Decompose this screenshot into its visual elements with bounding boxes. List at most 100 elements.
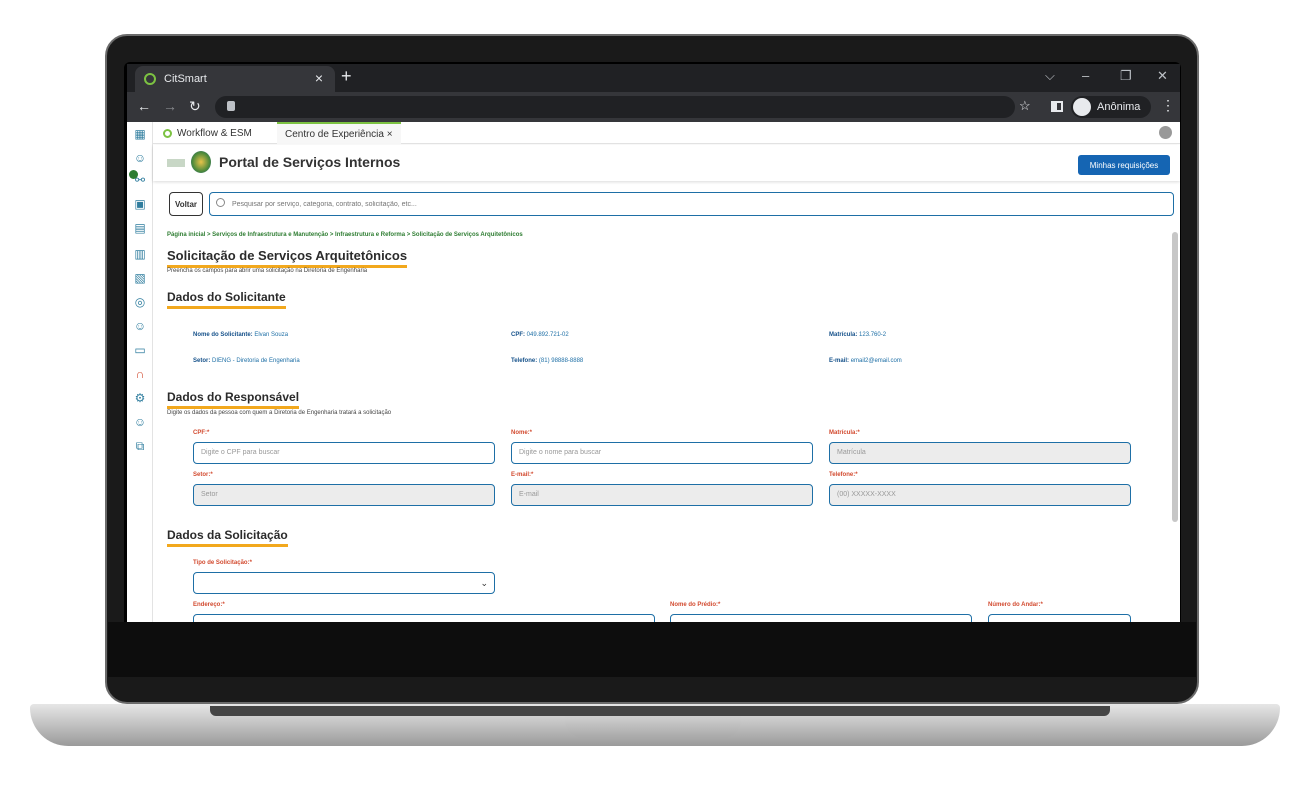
tab-search-icon[interactable]: ⌵ — [1045, 68, 1055, 84]
bookmark-star-icon[interactable]: ☆ — [1019, 98, 1031, 114]
info-value: Elvan Souza — [254, 332, 289, 338]
documents-icon[interactable]: ▧ — [133, 272, 147, 285]
side-panel-icon[interactable] — [1051, 101, 1063, 112]
section-title-solicitante: Dados do Solicitante — [167, 290, 286, 309]
info-label: Setor: — [193, 358, 211, 364]
incognito-badge[interactable]: Anônima — [1071, 96, 1151, 118]
search-icon — [216, 198, 225, 207]
dashboard-icon[interactable]: ▣ — [133, 198, 147, 211]
info-label: Matrícula: — [829, 332, 858, 338]
info-value: 123.760-2 — [859, 332, 887, 338]
section-title-solicitacao: Dados da Solicitação — [167, 528, 288, 547]
calendar-icon[interactable]: ▤ — [133, 222, 147, 235]
back-arrow-icon[interactable]: ← — [137, 98, 151, 114]
info-label: Nome do Solicitante: — [193, 332, 253, 338]
close-tab-icon[interactable]: × — [315, 70, 323, 86]
code-icon[interactable]: ◎ — [133, 296, 147, 309]
close-window-icon[interactable]: ✕ — [1157, 68, 1168, 84]
search-input[interactable] — [232, 197, 1132, 211]
browser-tabstrip: CitSmart × + ⌵ – ❐ ✕ — [127, 64, 1180, 92]
page-title: Solicitação de Serviços Arquitetônicos — [167, 248, 408, 268]
workflow-logo-icon — [163, 128, 172, 138]
nome-label: Nome:* — [511, 430, 533, 436]
matricula-input: Matrícula — [829, 442, 1131, 464]
solicitante-setor: Setor: DIENG - Diretoria de Engenharia — [193, 358, 300, 364]
cpf-input[interactable]: Digite o CPF para buscar — [193, 442, 495, 464]
matricula-label: Matrícula:* — [829, 430, 860, 436]
search-row: Voltar — [153, 192, 1180, 218]
laptop-notch — [565, 716, 741, 738]
left-rail: ▦ ☺ ⚯ ▣ ▤ ▥ ▧ ◎ ☺ ▭ ∩ ⚙ ☺ ⧉ — [127, 122, 153, 622]
forward-arrow-icon[interactable]: → — [163, 98, 177, 114]
settings-icon[interactable]: ⚙ — [133, 392, 147, 405]
support-icon[interactable]: ∩ — [133, 368, 147, 381]
solicitante-telefone: Telefone: (81) 98888-8888 — [511, 358, 583, 364]
tab-label: Centro de Experiência × — [285, 128, 393, 140]
browser-menu-icon[interactable]: ⋮ — [1161, 97, 1175, 114]
predio-label: Nome do Prédio:* — [670, 602, 721, 608]
breadcrumb[interactable]: Página inicial > Serviços de Infraestrut… — [167, 232, 523, 238]
user-settings-icon[interactable]: ☺ — [133, 416, 147, 429]
nome-input[interactable]: Digite o nome para buscar — [511, 442, 813, 464]
solicitante-cpf: CPF: 049.892.721-02 — [511, 332, 569, 338]
laptop-mockup: CitSmart × + ⌵ – ❐ ✕ ← → ↻ ☆ Anônima ⋮ ▦… — [0, 0, 1308, 800]
browser-toolbar: ← → ↻ ☆ Anônima ⋮ — [127, 92, 1180, 122]
search-box — [209, 192, 1174, 216]
info-label: CPF: — [511, 332, 525, 338]
reports-icon[interactable]: ▥ — [133, 248, 147, 261]
tipo-label: Tipo de Solicitação:* — [193, 560, 252, 566]
email-input: E-mail — [511, 484, 813, 506]
browser-tab[interactable]: CitSmart × — [135, 66, 335, 92]
laptop-chin — [108, 622, 1196, 677]
main-content: Página inicial > Serviços de Infraestrut… — [153, 222, 1180, 622]
responsavel-subtitle: Digite os dados da pessoa com quem a Dir… — [167, 410, 392, 416]
info-value: 049.892.721-02 — [526, 332, 569, 338]
section-title-responsavel: Dados do Responsável — [167, 390, 300, 409]
new-tab-icon[interactable]: + — [341, 66, 352, 87]
chevron-down-icon: ⌄ — [480, 578, 488, 588]
back-button[interactable]: Voltar — [169, 192, 203, 216]
setor-input: Setor — [193, 484, 495, 506]
app-tabs: Workflow & ESM Centro de Experiência × — [153, 122, 1180, 144]
portal-header: Portal de Serviços Internos Minhas requi… — [153, 145, 1180, 181]
tab-workflow-esm[interactable]: Workflow & ESM — [155, 122, 260, 144]
team-icon[interactable]: ☺ — [133, 320, 147, 333]
restore-icon[interactable]: ❐ — [1120, 68, 1132, 84]
screen-icon[interactable]: ▭ — [133, 344, 147, 357]
solicitante-email: E-mail: email2@email.com — [829, 358, 902, 364]
reload-icon[interactable]: ↻ — [189, 98, 201, 115]
portal-title: Portal de Serviços Internos — [219, 154, 401, 170]
info-value: DIENG - Diretoria de Engenharia — [212, 358, 300, 364]
user-avatar-icon[interactable] — [1159, 126, 1172, 139]
app: ▦ ☺ ⚯ ▣ ▤ ▥ ▧ ◎ ☺ ▭ ∩ ⚙ ☺ ⧉ Workflow & E… — [127, 122, 1180, 622]
my-requests-button[interactable]: Minhas requisições — [1078, 155, 1170, 175]
lock-icon — [227, 101, 235, 111]
users-icon[interactable]: ☺ — [133, 152, 147, 165]
apps-grid-icon[interactable]: ▦ — [133, 128, 147, 141]
ministry-logo — [167, 159, 185, 167]
tipo-select[interactable]: ⌄ — [193, 572, 495, 594]
export-icon[interactable]: ⧉ — [133, 440, 147, 453]
tab-centro-experiencia[interactable]: Centro de Experiência × — [277, 122, 401, 144]
telefone-input: (00) XXXXX-XXXX — [829, 484, 1131, 506]
info-value: (81) 98888-8888 — [538, 358, 584, 364]
email-label: E-mail:* — [511, 472, 534, 478]
minimize-icon[interactable]: – — [1082, 68, 1089, 83]
info-label: Telefone: — [511, 358, 538, 364]
cpf-label: CPF:* — [193, 430, 210, 436]
incognito-label: Anônima — [1097, 101, 1141, 113]
endereco-input[interactable] — [193, 614, 655, 622]
predio-input[interactable] — [670, 614, 972, 622]
incognito-icon — [1073, 98, 1091, 116]
browser-tab-title: CitSmart — [164, 73, 207, 85]
info-value: email2@email.com — [850, 358, 902, 364]
expand-menu-icon[interactable] — [129, 170, 138, 179]
endereco-label: Endereço:* — [193, 602, 225, 608]
scrollbar[interactable] — [1172, 232, 1178, 522]
citsmart-favicon-icon — [144, 73, 156, 85]
andar-label: Número do Andar:* — [988, 602, 1043, 608]
andar-input[interactable] — [988, 614, 1131, 622]
keyboard-slot — [210, 706, 1110, 716]
solicitante-matricula: Matrícula: 123.760-2 — [829, 332, 886, 338]
address-bar[interactable] — [215, 96, 1015, 118]
